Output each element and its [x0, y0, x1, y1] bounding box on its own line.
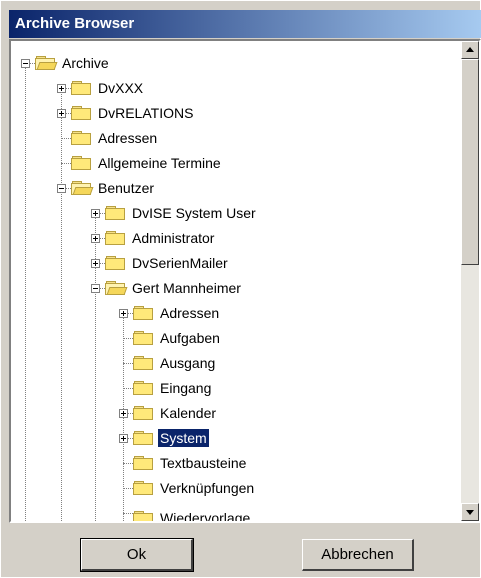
folder-icon [71, 105, 93, 121]
scroll-down-button[interactable] [461, 503, 479, 521]
tree-node-allgemeine-termine[interactable]: Allgemeine Termine [71, 153, 223, 173]
collapse-toggle[interactable] [57, 184, 66, 193]
tree-line [25, 63, 26, 521]
tree-node-verknuepfungen[interactable]: Verknüpfungen [133, 478, 256, 498]
tree-node-gert-mannheimer[interactable]: Gert Mannheimer [105, 278, 243, 298]
tree-node-adressen[interactable]: Adressen [71, 128, 159, 148]
tree-node-label: DvISE System User [132, 205, 256, 221]
expand-toggle[interactable] [91, 259, 100, 268]
scroll-up-button[interactable] [461, 41, 479, 59]
tree-node-archive[interactable]: Archive [35, 53, 111, 73]
folder-icon [105, 230, 127, 246]
ok-button[interactable]: Ok [80, 538, 194, 572]
tree-node-label: Administrator [132, 230, 215, 246]
expand-toggle[interactable] [91, 209, 100, 218]
expand-toggle[interactable] [57, 84, 66, 93]
tree-node-label-selected: System [157, 428, 210, 448]
folder-icon [133, 355, 155, 371]
folder-icon [105, 255, 127, 271]
tree-node-label: Textbausteine [160, 455, 247, 471]
expand-toggle[interactable] [119, 409, 128, 418]
folder-icon [133, 430, 155, 446]
folder-open-icon [35, 55, 58, 71]
tree-node-textbausteine[interactable]: Textbausteine [133, 453, 248, 473]
window-title: Archive Browser [15, 15, 135, 32]
folder-icon [71, 155, 93, 171]
tree-node-label: Adressen [160, 305, 220, 321]
expand-toggle[interactable] [119, 434, 128, 443]
tree-node-label: DvSerienMailer [132, 255, 228, 271]
tree-view[interactable]: Archive DvXXX DvRELATIONS Adressen Allge… [9, 39, 481, 523]
tree-node-dvserienmailer[interactable]: DvSerienMailer [105, 253, 230, 273]
folder-icon [71, 80, 93, 96]
tree-content: Archive DvXXX DvRELATIONS Adressen Allge… [11, 41, 457, 521]
tree-node-dvxxx[interactable]: DvXXX [71, 78, 145, 98]
folder-icon [105, 205, 127, 221]
tree-node-label: DvXXX [98, 80, 144, 96]
folder-icon [133, 405, 155, 421]
tree-node-label: Ausgang [160, 355, 216, 371]
tree-node-benutzer[interactable]: Benutzer [71, 178, 156, 198]
tree-node-dvrelations[interactable]: DvRELATIONS [71, 103, 195, 123]
tree-node-ausgang[interactable]: Ausgang [133, 353, 217, 373]
tree-node-wiedervorlage[interactable]: Wiedervorlage [133, 508, 252, 521]
vertical-scrollbar[interactable] [461, 41, 479, 521]
expand-toggle[interactable] [91, 234, 100, 243]
expand-toggle[interactable] [119, 309, 128, 318]
folder-open-icon [71, 180, 94, 196]
tree-node-administrator[interactable]: Administrator [105, 228, 216, 248]
tree-node-kalender[interactable]: Kalender [133, 403, 218, 423]
collapse-toggle[interactable] [91, 284, 100, 293]
arrow-down-icon [466, 510, 474, 515]
scroll-thumb[interactable] [461, 59, 479, 265]
folder-icon [133, 480, 155, 496]
folder-icon [133, 510, 155, 521]
arrow-up-icon [466, 47, 474, 52]
tree-node-label: DvRELATIONS [98, 105, 194, 121]
tree-node-eingang[interactable]: Eingang [133, 378, 213, 398]
tree-node-label: Kalender [160, 405, 217, 421]
tree-node-label: Allgemeine Termine [98, 155, 221, 171]
tree-node-label: Gert Mannheimer [132, 280, 241, 296]
tree-node-label: Benutzer [98, 180, 155, 196]
tree-node-label: Wiedervorlage [160, 510, 251, 521]
tree-node-label: Archive [62, 55, 109, 71]
folder-icon [133, 380, 155, 396]
tree-node-label: Eingang [160, 380, 212, 396]
folder-icon [71, 130, 93, 146]
tree-node-system[interactable]: System [133, 428, 210, 448]
folder-icon [133, 330, 155, 346]
collapse-toggle[interactable] [21, 59, 30, 68]
tree-node-label: Adressen [98, 130, 158, 146]
expand-toggle[interactable] [57, 109, 66, 118]
tree-node-label: Verknüpfungen [160, 480, 255, 496]
folder-open-icon [105, 280, 128, 296]
title-bar[interactable]: Archive Browser [9, 10, 481, 38]
folder-icon [133, 305, 155, 321]
tree-line [61, 88, 62, 521]
archive-browser-window: Archive Browser Archive DvXXX DvRELATION… [0, 0, 481, 578]
tree-node-dvise-system-user[interactable]: DvISE System User [105, 203, 258, 223]
cancel-button[interactable]: Abbrechen [302, 539, 414, 571]
tree-node-label: Aufgaben [160, 330, 220, 346]
tree-node-aufgaben[interactable]: Aufgaben [133, 328, 222, 348]
folder-icon [133, 455, 155, 471]
tree-node-adressen-sub[interactable]: Adressen [133, 303, 221, 323]
